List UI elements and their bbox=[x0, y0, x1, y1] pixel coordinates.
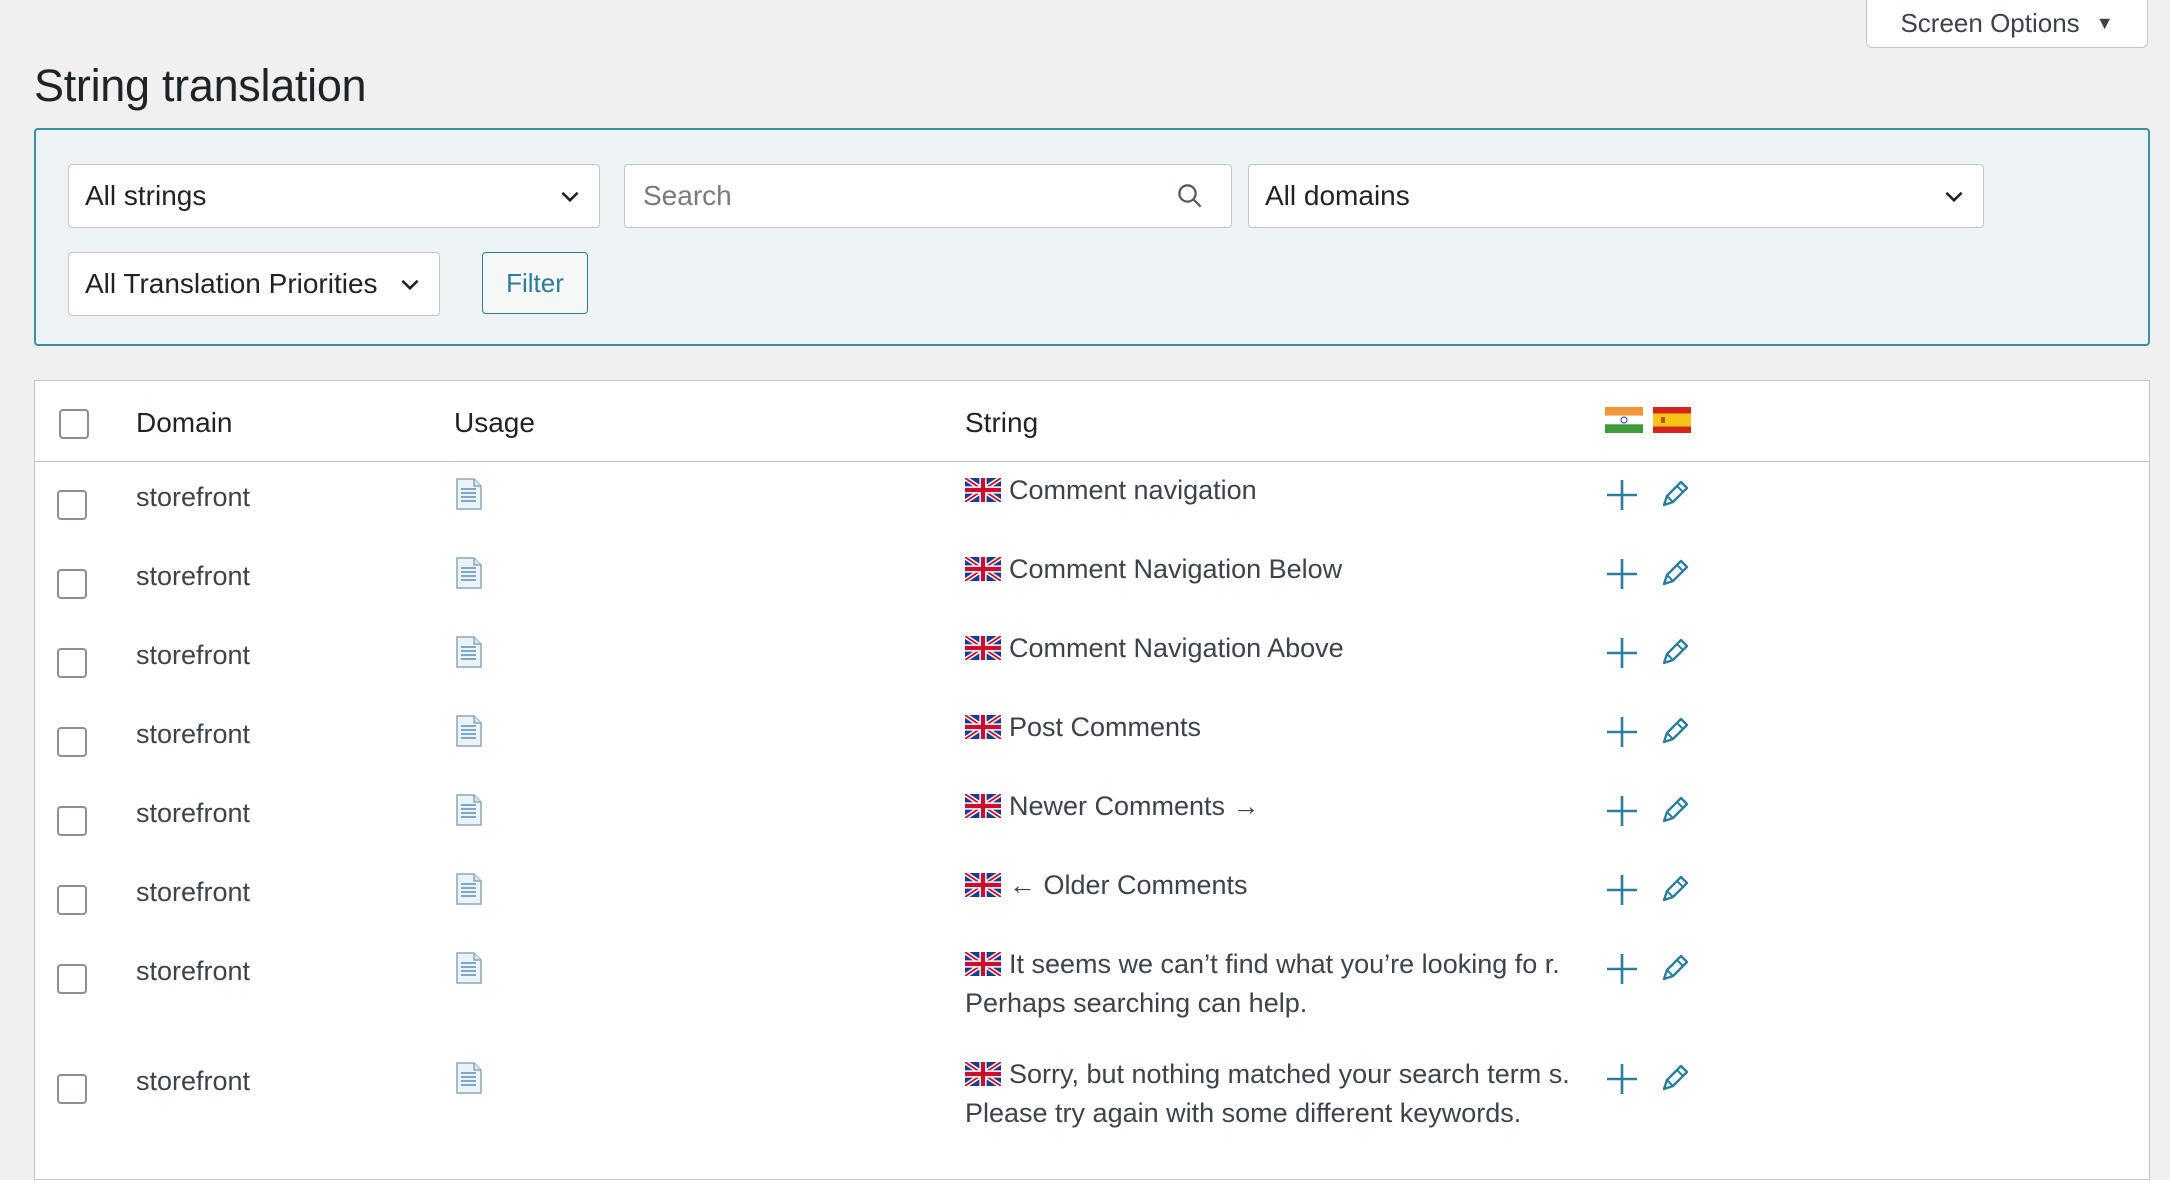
screen-options-label: Screen Options bbox=[1900, 8, 2080, 38]
caret-down-icon: ▼ bbox=[2095, 13, 2114, 33]
edit-pencil-icon[interactable] bbox=[1657, 1062, 1691, 1096]
search-icon[interactable] bbox=[1175, 181, 1205, 211]
edit-pencil-icon[interactable] bbox=[1657, 557, 1691, 591]
uk-flag-icon bbox=[965, 952, 1001, 976]
document-icon[interactable] bbox=[456, 794, 482, 826]
document-icon[interactable] bbox=[456, 557, 482, 589]
add-translation-icon[interactable] bbox=[1605, 873, 1639, 907]
uk-flag-icon bbox=[965, 636, 1001, 660]
row-string: Comment Navigation Above bbox=[965, 629, 1605, 668]
uk-flag-icon bbox=[965, 478, 1001, 502]
uk-flag-icon bbox=[965, 873, 1001, 897]
row-actions bbox=[1605, 952, 1691, 986]
uk-flag-icon bbox=[965, 1062, 1001, 1086]
row-string: ← Older Comments bbox=[965, 866, 1605, 905]
row-actions bbox=[1605, 1062, 1691, 1096]
row-checkbox[interactable] bbox=[57, 964, 87, 994]
filter-panel: All strings All domains All Translation … bbox=[34, 128, 2150, 346]
page-title: String translation bbox=[34, 60, 367, 112]
add-translation-icon[interactable] bbox=[1605, 636, 1639, 670]
row-domain: storefront bbox=[136, 1066, 251, 1096]
screen-options-button[interactable]: Screen Options ▼ bbox=[1866, 0, 2148, 48]
priorities-select[interactable]: All Translation Priorities bbox=[68, 252, 440, 316]
row-checkbox[interactable] bbox=[57, 885, 87, 915]
row-string-text: It seems we can’t find what you’re looki… bbox=[965, 949, 1560, 1018]
add-translation-icon[interactable] bbox=[1605, 557, 1639, 591]
add-translation-icon[interactable] bbox=[1605, 1062, 1639, 1096]
chevron-down-icon bbox=[561, 191, 579, 203]
document-icon[interactable] bbox=[456, 715, 482, 747]
row-string: Sorry, but nothing matched your search t… bbox=[965, 1055, 1605, 1133]
row-string-text: Comment navigation bbox=[1009, 475, 1257, 505]
row-checkbox[interactable] bbox=[57, 806, 87, 836]
row-string-text: Comment Navigation Below bbox=[1009, 554, 1343, 584]
row-checkbox[interactable] bbox=[57, 648, 87, 678]
row-actions bbox=[1605, 873, 1691, 907]
india-flag-icon bbox=[1605, 407, 1643, 433]
row-domain: storefront bbox=[136, 719, 251, 749]
row-actions bbox=[1605, 478, 1691, 512]
add-translation-icon[interactable] bbox=[1605, 952, 1639, 986]
row-domain: storefront bbox=[136, 956, 251, 986]
uk-flag-icon bbox=[965, 715, 1001, 739]
row-string: Post Comments bbox=[965, 708, 1605, 747]
column-string[interactable]: String bbox=[965, 407, 1038, 439]
row-actions bbox=[1605, 794, 1691, 828]
row-string: It seems we can’t find what you’re looki… bbox=[965, 945, 1605, 1023]
row-actions bbox=[1605, 715, 1691, 749]
row-string-text: ← Older Comments bbox=[1009, 870, 1248, 900]
edit-pencil-icon[interactable] bbox=[1657, 636, 1691, 670]
priorities-select-value: All Translation Priorities bbox=[85, 268, 378, 299]
domains-select-value: All domains bbox=[1265, 180, 1410, 211]
table-header: Domain Usage String bbox=[35, 381, 2149, 462]
row-actions bbox=[1605, 636, 1691, 670]
strings-select-value: All strings bbox=[85, 180, 207, 211]
document-icon[interactable] bbox=[456, 636, 482, 668]
document-icon[interactable] bbox=[456, 1062, 482, 1094]
row-checkbox[interactable] bbox=[57, 1074, 87, 1104]
row-string-text: Newer Comments → bbox=[1009, 791, 1260, 821]
row-string-text: Post Comments bbox=[1009, 712, 1202, 742]
row-string-text: Comment Navigation Above bbox=[1009, 633, 1344, 663]
row-domain: storefront bbox=[136, 877, 251, 907]
search-field[interactable] bbox=[624, 164, 1232, 228]
row-domain: storefront bbox=[136, 798, 251, 828]
row-string: Newer Comments → bbox=[965, 787, 1605, 826]
uk-flag-icon bbox=[965, 794, 1001, 818]
row-string: Comment navigation bbox=[965, 471, 1605, 510]
document-icon[interactable] bbox=[456, 478, 482, 510]
edit-pencil-icon[interactable] bbox=[1657, 873, 1691, 907]
search-input[interactable] bbox=[641, 179, 1175, 213]
edit-pencil-icon[interactable] bbox=[1657, 715, 1691, 749]
uk-flag-icon bbox=[965, 557, 1001, 581]
add-translation-icon[interactable] bbox=[1605, 478, 1639, 512]
row-domain: storefront bbox=[136, 482, 251, 512]
column-domain[interactable]: Domain bbox=[136, 407, 232, 439]
document-icon[interactable] bbox=[456, 952, 482, 984]
row-checkbox[interactable] bbox=[57, 569, 87, 599]
row-domain: storefront bbox=[136, 561, 251, 591]
row-domain: storefront bbox=[136, 640, 251, 670]
edit-pencil-icon[interactable] bbox=[1657, 478, 1691, 512]
row-checkbox[interactable] bbox=[57, 727, 87, 757]
row-string: Comment Navigation Below bbox=[965, 550, 1605, 589]
strings-select[interactable]: All strings bbox=[68, 164, 600, 228]
row-actions bbox=[1605, 557, 1691, 591]
document-icon[interactable] bbox=[456, 873, 482, 905]
row-checkbox[interactable] bbox=[57, 490, 87, 520]
column-usage: Usage bbox=[454, 407, 535, 438]
add-translation-icon[interactable] bbox=[1605, 794, 1639, 828]
chevron-down-icon bbox=[401, 279, 419, 291]
filter-button[interactable]: Filter bbox=[482, 252, 588, 314]
chevron-down-icon bbox=[1945, 191, 1963, 203]
spain-flag-icon bbox=[1653, 407, 1691, 433]
edit-pencil-icon[interactable] bbox=[1657, 952, 1691, 986]
edit-pencil-icon[interactable] bbox=[1657, 794, 1691, 828]
strings-table: Domain Usage String storefront Comment na… bbox=[34, 380, 2150, 1180]
select-all-checkbox[interactable] bbox=[59, 409, 89, 439]
row-string-text: Sorry, but nothing matched your search t… bbox=[965, 1059, 1570, 1128]
add-translation-icon[interactable] bbox=[1605, 715, 1639, 749]
domains-select[interactable]: All domains bbox=[1248, 164, 1984, 228]
